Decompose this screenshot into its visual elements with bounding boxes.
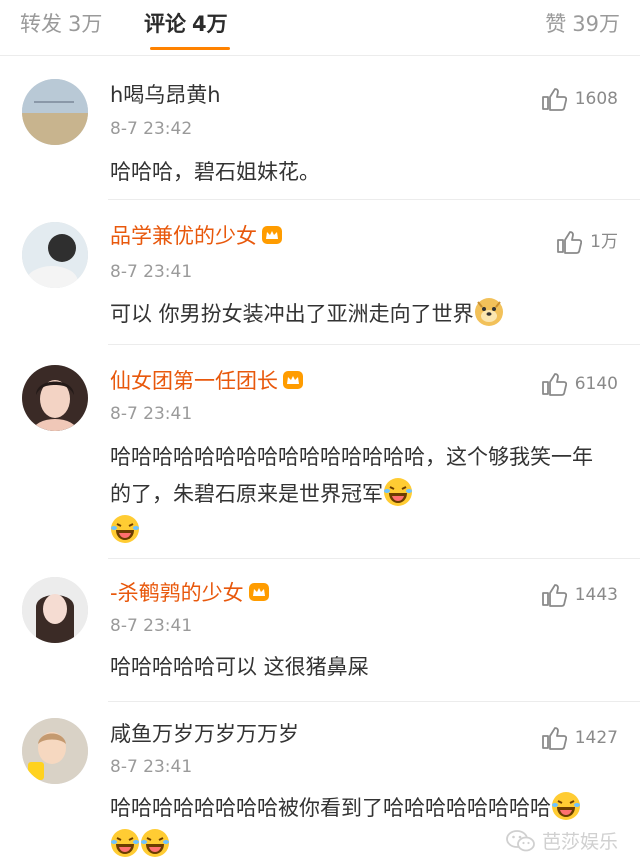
thumbs-up-icon [541,584,567,607]
tab-comment-count: 4万 [192,12,228,36]
watermark: 芭莎娱乐 [506,827,618,854]
watermark-text: 芭莎娱乐 [541,831,618,853]
like-button[interactable]: 1443 [541,583,618,607]
comment-text-body: 可以 你男扮女装冲出了亚洲走向了世界 [110,302,474,326]
crown-icon [283,371,303,389]
laughing-tears-emoji-icon [384,478,412,506]
comment-username[interactable]: -杀鹌鹑的少女 [110,579,270,607]
comment-username-text: 品学兼优的少女 [110,224,257,248]
comment-username[interactable]: 仙女团第一任团长 [110,367,304,395]
comment-time: 8-7 23:41 [110,262,193,282]
avatar[interactable] [22,79,88,145]
crown-icon [248,583,269,601]
comment-time: 8-7 23:42 [110,119,193,139]
like-button[interactable]: 1万 [556,230,618,254]
laughing-tears-emoji-icon [552,792,580,820]
comment-text: 可以 你男扮女装冲出了亚洲走向了世界 [110,296,610,333]
thumbs-up-icon [541,373,567,396]
avatar[interactable] [22,718,88,784]
avatar[interactable] [22,222,88,288]
comment-time: 8-7 23:41 [110,757,193,777]
tab-like[interactable]: 赞 39万 [545,10,620,38]
active-tab-indicator [150,47,230,50]
avatar[interactable] [22,365,88,431]
tab-bar: 转发 3万 评论 4万 赞 39万 [0,0,640,56]
like-count: 1427 [574,728,618,748]
comment-item: 品学兼优的少女 1万 8-7 23:41 可以 你男扮女装冲出了亚洲走向了世界 [0,200,640,342]
comment-item: 仙女团第一任团长 6140 8-7 23:41 哈哈哈哈哈哈哈哈哈哈哈哈哈哈哈，… [0,345,640,558]
comment-time: 8-7 23:41 [110,616,193,636]
comment-text-body: 哈哈哈，碧石姐妹花。 [110,160,320,184]
comment-username[interactable]: 品学兼优的少女 [110,222,283,250]
doge-emoji-icon [474,298,503,326]
comment-username-text: 仙女团第一任团长 [110,369,278,393]
comment-username[interactable]: h喝乌昂黄h [110,81,221,109]
like-count: 1443 [574,585,618,605]
like-button[interactable]: 6140 [541,372,618,396]
like-button[interactable]: 1427 [541,726,618,750]
like-button[interactable]: 1608 [541,87,618,111]
crown-icon [262,226,282,244]
comment-text-body: 哈哈哈哈哈哈哈哈被你看到了哈哈哈哈哈哈哈哈 [110,796,551,820]
comment-text-body: 哈哈哈哈哈哈哈哈哈哈哈哈哈哈哈，这个够我笑一年的了，朱碧石原来是世界冠军 [110,445,593,506]
comment-text: 哈哈哈，碧石姐妹花。 [110,154,610,191]
thumbs-up-icon [557,231,583,254]
comment-item: -杀鹌鹑的少女 1443 8-7 23:41 哈哈哈哈哈可以 这很猪鼻屎 [0,559,640,701]
thumbs-up-icon [541,727,567,750]
laughing-tears-emoji-icon [111,829,139,857]
tab-repost-count: 3万 [68,12,103,36]
avatar[interactable] [22,577,88,643]
like-count: 6140 [574,374,618,394]
laughing-tears-emoji-icon [111,515,139,543]
comment-text-body: 哈哈哈哈哈可以 这很猪鼻屎 [110,655,369,679]
tab-like-label: 赞 [545,12,567,36]
tab-repost[interactable]: 转发 3万 [20,10,102,38]
thumbs-up-icon [541,88,567,111]
comment-username-text: -杀鹌鹑的少女 [110,581,244,605]
comment-text: 哈哈哈哈哈可以 这很猪鼻屎 [110,649,610,686]
comment-text: 哈哈哈哈哈哈哈哈哈哈哈哈哈哈哈，这个够我笑一年的了，朱碧石原来是世界冠军 [110,439,610,550]
laughing-tears-emoji-icon [141,829,169,857]
comment-time: 8-7 23:41 [110,404,193,424]
tab-repost-label: 转发 [20,12,62,36]
comment-item: h喝乌昂黄h 1608 8-7 23:42 哈哈哈，碧石姐妹花。 [0,57,640,197]
like-count: 1608 [574,89,618,109]
wechat-icon [506,829,535,851]
tab-like-count: 39万 [572,12,620,36]
like-count: 1万 [590,232,618,252]
tab-comment-label: 评论 [144,12,186,36]
comment-username[interactable]: 咸鱼万岁万岁万万岁 [110,720,299,748]
